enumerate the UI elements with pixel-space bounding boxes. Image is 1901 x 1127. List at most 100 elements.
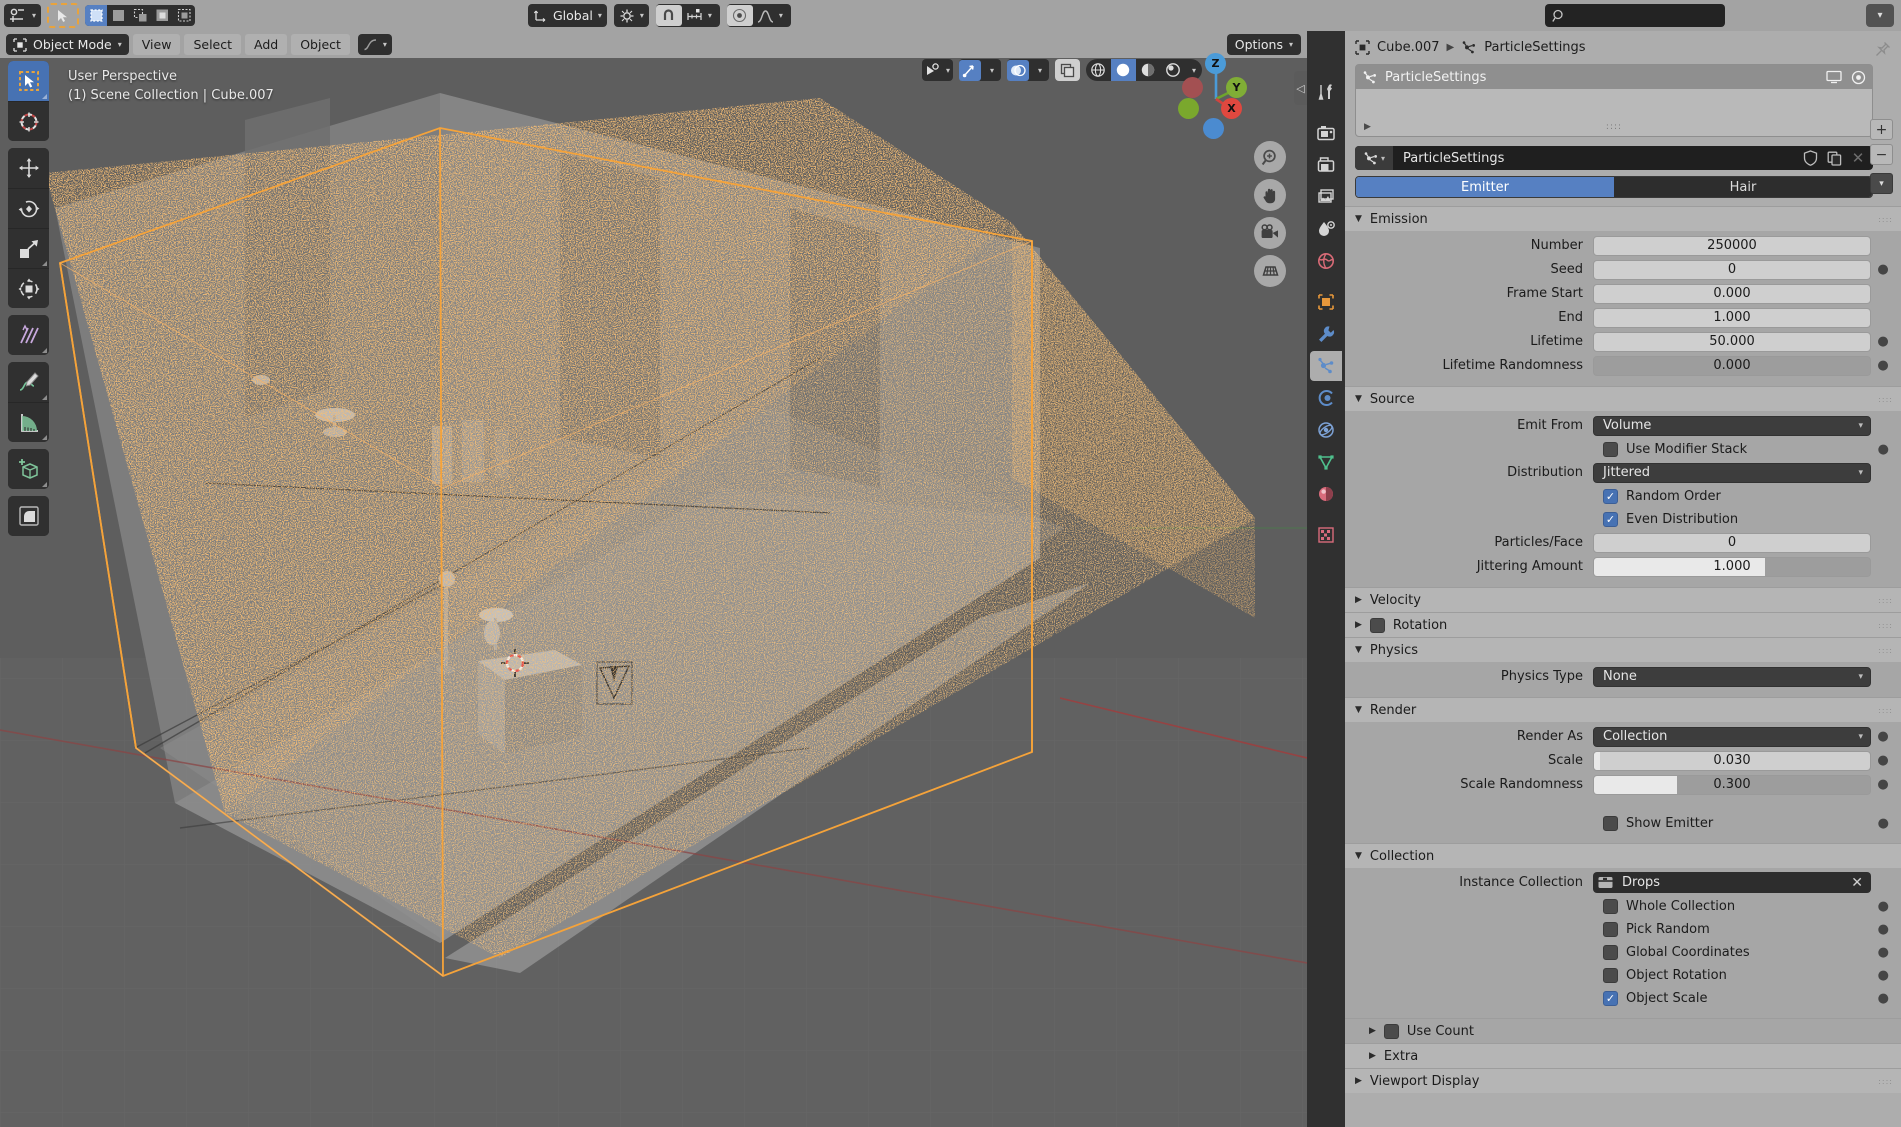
tool-annotate-lines[interactable]	[8, 315, 49, 355]
visibility-dropdown[interactable]: ▾	[921, 59, 953, 81]
panel-header-physics[interactable]: ▼ Physics ::::	[1345, 637, 1901, 662]
gizmo-axis-y-pos[interactable]: Y	[1226, 77, 1247, 98]
properties-tab-modifiers[interactable]	[1310, 319, 1342, 349]
input-frame-start[interactable]: 0.000	[1593, 283, 1871, 304]
dropdown-physics-type[interactable]: None ▾	[1593, 666, 1871, 687]
pan-hand-icon[interactable]	[1254, 179, 1286, 211]
pin-id-button[interactable]	[1875, 41, 1891, 57]
search-input[interactable]	[1545, 4, 1725, 27]
properties-tab-object[interactable]	[1310, 287, 1342, 317]
sidebar-collapse-arrow[interactable]: ◁	[1294, 71, 1307, 105]
panel-header-render[interactable]: ▼ Render ::::	[1345, 697, 1901, 722]
properties-tab-render[interactable]	[1310, 118, 1342, 148]
viewport-navigation-gizmo[interactable]: Z Y X	[1173, 51, 1259, 139]
properties-tab-tool[interactable]	[1310, 77, 1342, 107]
checkbox-use-modifier-stack[interactable]	[1603, 441, 1618, 457]
breadcrumb-object[interactable]: Cube.007	[1377, 40, 1440, 55]
anim-dot-use-modifier-stack[interactable]: ●	[1878, 442, 1889, 457]
input-lifetime[interactable]: 50.000	[1593, 331, 1871, 352]
slider-jittering-amount[interactable]: 1.000	[1593, 556, 1871, 577]
monitor-icon[interactable]	[1826, 70, 1842, 84]
overlays-icon[interactable]	[1006, 59, 1029, 81]
datablock-browse-button[interactable]: ▾	[1355, 146, 1393, 170]
anim-dot-seed[interactable]: ●	[1877, 262, 1889, 277]
properties-tab-material[interactable]	[1310, 479, 1342, 509]
tool-transform[interactable]	[8, 268, 49, 308]
xray-toggle-icon[interactable]	[1054, 59, 1080, 81]
particle-system-list-item[interactable]: ParticleSettings	[1356, 65, 1872, 89]
camera-render-icon[interactable]	[1851, 70, 1866, 85]
anim-dot-object-rotation[interactable]: ●	[1878, 968, 1889, 983]
panel-header-emission[interactable]: ▼ Emission ::::	[1345, 206, 1901, 231]
falloff-curve-icon[interactable]	[753, 5, 779, 26]
snap-magnet-icon[interactable]	[655, 5, 682, 26]
gizmo-toggle-icon[interactable]	[958, 59, 981, 81]
pivot-point-dropdown[interactable]: ▾	[613, 4, 649, 27]
panel-header-velocity[interactable]: ▶ Velocity ::::	[1345, 587, 1901, 612]
input-number[interactable]: 250000	[1593, 235, 1871, 256]
proportional-edit-icon[interactable]	[726, 5, 753, 26]
properties-tab-world[interactable]	[1310, 246, 1342, 276]
dropdown-emit-from[interactable]: Volume ▾	[1593, 415, 1871, 436]
properties-tab-view-layer[interactable]	[1310, 182, 1342, 212]
datablock-name[interactable]: ParticleSettings	[1393, 151, 1504, 166]
editor-type-selector[interactable]: ▾	[4, 4, 42, 27]
input-particles-face[interactable]: 0	[1593, 532, 1871, 553]
anim-dot-show-emitter[interactable]: ●	[1878, 816, 1889, 831]
shading-material-preview-icon[interactable]	[1136, 59, 1161, 81]
anim-dot-object-scale[interactable]: ●	[1878, 991, 1889, 1006]
anim-dot-whole-collection[interactable]: ●	[1878, 899, 1889, 914]
select-intersect-icon[interactable]	[173, 5, 195, 26]
duplicate-icon[interactable]	[1823, 147, 1845, 169]
shading-solid-icon[interactable]	[1110, 59, 1136, 81]
tool-add-cube[interactable]	[8, 449, 49, 489]
camera-icon[interactable]	[1254, 217, 1286, 249]
gizmo-axis-x-pos[interactable]: X	[1221, 98, 1242, 119]
tool-scale[interactable]	[8, 228, 49, 268]
clear-collection-icon[interactable]: ✕	[1851, 875, 1863, 891]
viewport-scene-canvas[interactable]	[0, 58, 1307, 1127]
fake-user-shield-icon[interactable]	[1799, 147, 1821, 169]
breadcrumb-datablock[interactable]: ParticleSettings	[1484, 40, 1585, 55]
checkbox-use-count[interactable]	[1383, 1023, 1399, 1039]
anim-dot-lifetime-randomness[interactable]: ●	[1877, 358, 1889, 373]
snap-increment-icon[interactable]	[682, 5, 708, 26]
expand-arrow-icon[interactable]: ▶	[1364, 122, 1371, 132]
anim-dot-render-as[interactable]: ●	[1877, 729, 1889, 744]
anim-dot-lifetime[interactable]: ●	[1877, 334, 1889, 349]
panel-header-collection[interactable]: ▼ Collection	[1345, 843, 1901, 868]
panel-header-source[interactable]: ▼ Source ::::	[1345, 386, 1901, 411]
checkbox-whole-collection[interactable]	[1603, 898, 1618, 914]
checkbox-pick-random[interactable]	[1603, 921, 1618, 937]
checkbox-object-scale[interactable]: ✓	[1603, 990, 1618, 1006]
select-extend-icon[interactable]	[107, 5, 129, 26]
anim-dot-scale-randomness[interactable]: ●	[1877, 777, 1889, 792]
properties-tab-particles[interactable]	[1310, 351, 1342, 381]
topbar-collapse-button[interactable]: ▾	[1866, 4, 1894, 27]
input-seed[interactable]: 0	[1593, 259, 1871, 280]
menu-object[interactable]: Object	[291, 34, 350, 55]
properties-tab-constraints[interactable]	[1310, 415, 1342, 445]
properties-tab-texture[interactable]	[1310, 520, 1342, 550]
anim-dot-pick-random[interactable]: ●	[1878, 922, 1889, 937]
properties-tab-physics[interactable]	[1310, 383, 1342, 413]
particle-settings-datablock-row[interactable]: ▾ ParticleSettings ✕	[1355, 146, 1873, 170]
dropdown-instance-collection[interactable]: Drops ✕	[1593, 872, 1871, 893]
add-particle-system-button[interactable]: +	[1870, 119, 1893, 140]
menu-view[interactable]: View	[132, 34, 181, 55]
panel-header-viewport-display[interactable]: ▶ Viewport Display ::::	[1345, 1068, 1901, 1093]
panel-header-rotation[interactable]: ▶ Rotation ::::	[1345, 612, 1901, 637]
select-subtract-icon[interactable]	[129, 5, 151, 26]
ortho-grid-icon[interactable]	[1254, 255, 1286, 287]
unlink-icon[interactable]: ✕	[1847, 147, 1869, 169]
3d-viewport[interactable]: Object Mode ▾ View Select Add Object ▾ O…	[0, 31, 1307, 1127]
particle-list-specials-menu[interactable]: ▾	[1870, 173, 1893, 194]
tab-emitter[interactable]: Emitter	[1356, 177, 1614, 197]
zoom-icon[interactable]	[1254, 141, 1286, 173]
gizmo-axis-z-neg[interactable]	[1203, 118, 1224, 139]
tool-annotate[interactable]	[8, 362, 49, 402]
checkbox-random-order[interactable]: ✓	[1603, 488, 1618, 504]
tool-cursor[interactable]	[8, 101, 49, 141]
checkbox-global-coordinates[interactable]	[1603, 944, 1618, 960]
properties-tab-output[interactable]	[1310, 150, 1342, 180]
